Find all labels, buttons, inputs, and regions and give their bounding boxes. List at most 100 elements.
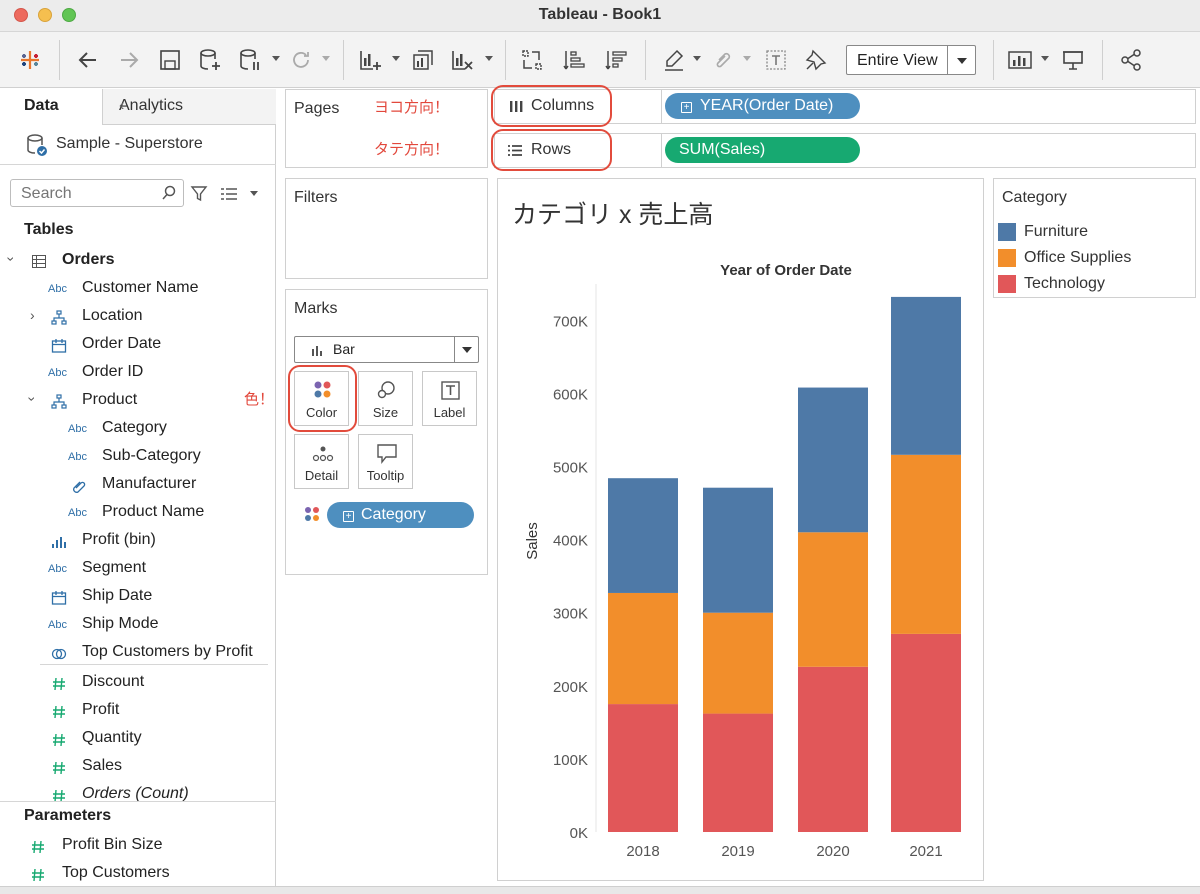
- bar-segment-office-supplies[interactable]: [891, 454, 961, 634]
- size-button-label: Size: [372, 405, 399, 420]
- view-list-icon[interactable]: [220, 186, 238, 202]
- field-item[interactable]: Manufacturer: [0, 473, 270, 499]
- field-item[interactable]: Orders (Count): [0, 783, 270, 809]
- filters-shelf[interactable]: Filters: [285, 178, 488, 279]
- clear-sheet-icon[interactable]: [448, 46, 476, 74]
- pin-icon[interactable]: [802, 46, 830, 74]
- chevron-down-icon[interactable]: [743, 56, 751, 61]
- rows-pill[interactable]: SUM(Sales): [665, 137, 860, 163]
- bar-segment-office-supplies[interactable]: [798, 532, 868, 667]
- sales-bar-chart[interactable]: Year of Order Date Sales 0K 100K 200K 300K 400…: [498, 239, 984, 881]
- swap-icon[interactable]: [518, 46, 546, 74]
- bar-segment-furniture[interactable]: [798, 387, 868, 533]
- legend-swatch: [998, 249, 1016, 267]
- bar-segment-technology[interactable]: [891, 633, 961, 832]
- field-name: Discount: [82, 673, 145, 690]
- forward-icon[interactable]: [115, 46, 143, 74]
- size-button[interactable]: Size: [358, 371, 413, 426]
- chevron-down-icon[interactable]: [485, 56, 493, 61]
- bar-segment-office-supplies[interactable]: [608, 592, 678, 705]
- chevron-down-icon[interactable]: [454, 337, 478, 362]
- field-item[interactable]: Profit (bin): [0, 529, 270, 555]
- pages-shelf[interactable]: Pages ヨコ方向！ タテ方向！: [285, 89, 488, 168]
- parameter-item[interactable]: Top Customers: [0, 862, 270, 888]
- field-item[interactable]: Abc Customer Name: [0, 277, 270, 303]
- duplicate-icon[interactable]: [409, 46, 437, 74]
- field-name: Ship Date: [82, 587, 153, 604]
- table-orders[interactable]: › Orders: [0, 249, 270, 275]
- legend-item[interactable]: Office Supplies: [998, 247, 1193, 269]
- show-me-icon[interactable]: [1006, 46, 1034, 74]
- tooltip-button[interactable]: Tooltip: [358, 434, 413, 489]
- chevron-right-icon[interactable]: ›: [30, 307, 35, 323]
- field-item[interactable]: Quantity: [0, 727, 270, 753]
- field-item[interactable]: Sales: [0, 755, 270, 781]
- field-item[interactable]: Abc Segment: [0, 557, 270, 583]
- mark-type-dropdown[interactable]: Bar: [294, 336, 479, 363]
- bar-segment-furniture[interactable]: [891, 296, 961, 455]
- filter-icon[interactable]: [190, 185, 208, 203]
- legend-item[interactable]: Furniture: [998, 221, 1193, 243]
- label-button[interactable]: Label: [422, 371, 477, 426]
- field-item[interactable]: Abc Order ID: [0, 361, 270, 387]
- bar-segment-technology[interactable]: [608, 704, 678, 832]
- bar-segment-technology[interactable]: [703, 713, 773, 832]
- field-item[interactable]: Abc Ship Mode: [0, 613, 270, 639]
- datasource-item[interactable]: Sample - Superstore: [26, 133, 266, 157]
- data-pane-tabs: Data Analytics ‹: [0, 89, 276, 125]
- refresh-icon[interactable]: [287, 46, 315, 74]
- bar-segment-furniture[interactable]: [703, 487, 773, 613]
- group-icon[interactable]: [709, 46, 737, 74]
- category-color-pill[interactable]: + Category: [327, 502, 474, 528]
- fit-dropdown[interactable]: Entire View: [846, 45, 976, 75]
- save-icon[interactable]: [156, 46, 184, 74]
- new-worksheet-icon[interactable]: [356, 46, 384, 74]
- tableau-logo-icon[interactable]: [16, 46, 44, 74]
- parameters-heading: Parameters: [24, 807, 112, 824]
- field-item[interactable]: Profit: [0, 699, 270, 725]
- chevron-down-icon[interactable]: [392, 56, 400, 61]
- field-search[interactable]: [10, 179, 184, 207]
- field-item[interactable]: › Product: [0, 389, 270, 415]
- chevron-down-icon[interactable]: [322, 56, 330, 61]
- field-item[interactable]: Abc Category: [0, 417, 270, 443]
- tab-analytics[interactable]: Analytics ‹: [103, 89, 276, 124]
- chevron-down-icon[interactable]: ›: [3, 257, 19, 262]
- field-item[interactable]: Abc Sub-Category: [0, 445, 270, 471]
- presentation-icon[interactable]: [1059, 46, 1087, 74]
- field-item[interactable]: › Location: [0, 305, 270, 331]
- share-icon[interactable]: [1117, 46, 1145, 74]
- field-name: Sub-Category: [102, 447, 201, 464]
- field-item[interactable]: Ship Date: [0, 585, 270, 611]
- detail-button[interactable]: Detail: [294, 434, 349, 489]
- chevron-down-icon[interactable]: [250, 191, 258, 196]
- field-item[interactable]: Discount: [0, 671, 270, 697]
- chevron-down-icon[interactable]: [693, 56, 701, 61]
- sort-ascending-icon[interactable]: [560, 46, 588, 74]
- back-icon[interactable]: [74, 46, 102, 74]
- date-type-icon: [51, 591, 67, 605]
- show-labels-icon[interactable]: [762, 46, 790, 74]
- bar-segment-technology[interactable]: [798, 666, 868, 832]
- collapse-pane-icon[interactable]: ‹: [119, 97, 266, 115]
- bar-segment-furniture[interactable]: [608, 478, 678, 593]
- new-datasource-icon[interactable]: [196, 46, 224, 74]
- parameter-item[interactable]: Profit Bin Size: [0, 834, 270, 860]
- tab-data[interactable]: Data: [0, 89, 103, 125]
- highlight-icon[interactable]: [660, 46, 688, 74]
- chevron-down-icon[interactable]: [947, 46, 975, 74]
- search-input[interactable]: [21, 184, 151, 204]
- chevron-down-icon[interactable]: ›: [24, 397, 40, 402]
- sort-descending-icon[interactable]: [602, 46, 630, 74]
- bar-segment-office-supplies[interactable]: [703, 612, 773, 714]
- pause-updates-icon[interactable]: [236, 46, 264, 74]
- category-legend[interactable]: Category Furniture Office Supplies Technol…: [993, 178, 1196, 298]
- chevron-down-icon[interactable]: [1041, 56, 1049, 61]
- field-item[interactable]: Abc Product Name: [0, 501, 270, 527]
- parameter-name: Profit Bin Size: [62, 836, 163, 853]
- detail-icon: [312, 446, 334, 462]
- chevron-down-icon[interactable]: [272, 56, 280, 61]
- legend-item[interactable]: Technology: [998, 273, 1193, 295]
- field-item[interactable]: Order Date: [0, 333, 270, 359]
- columns-pill[interactable]: + YEAR(Order Date): [665, 93, 860, 119]
